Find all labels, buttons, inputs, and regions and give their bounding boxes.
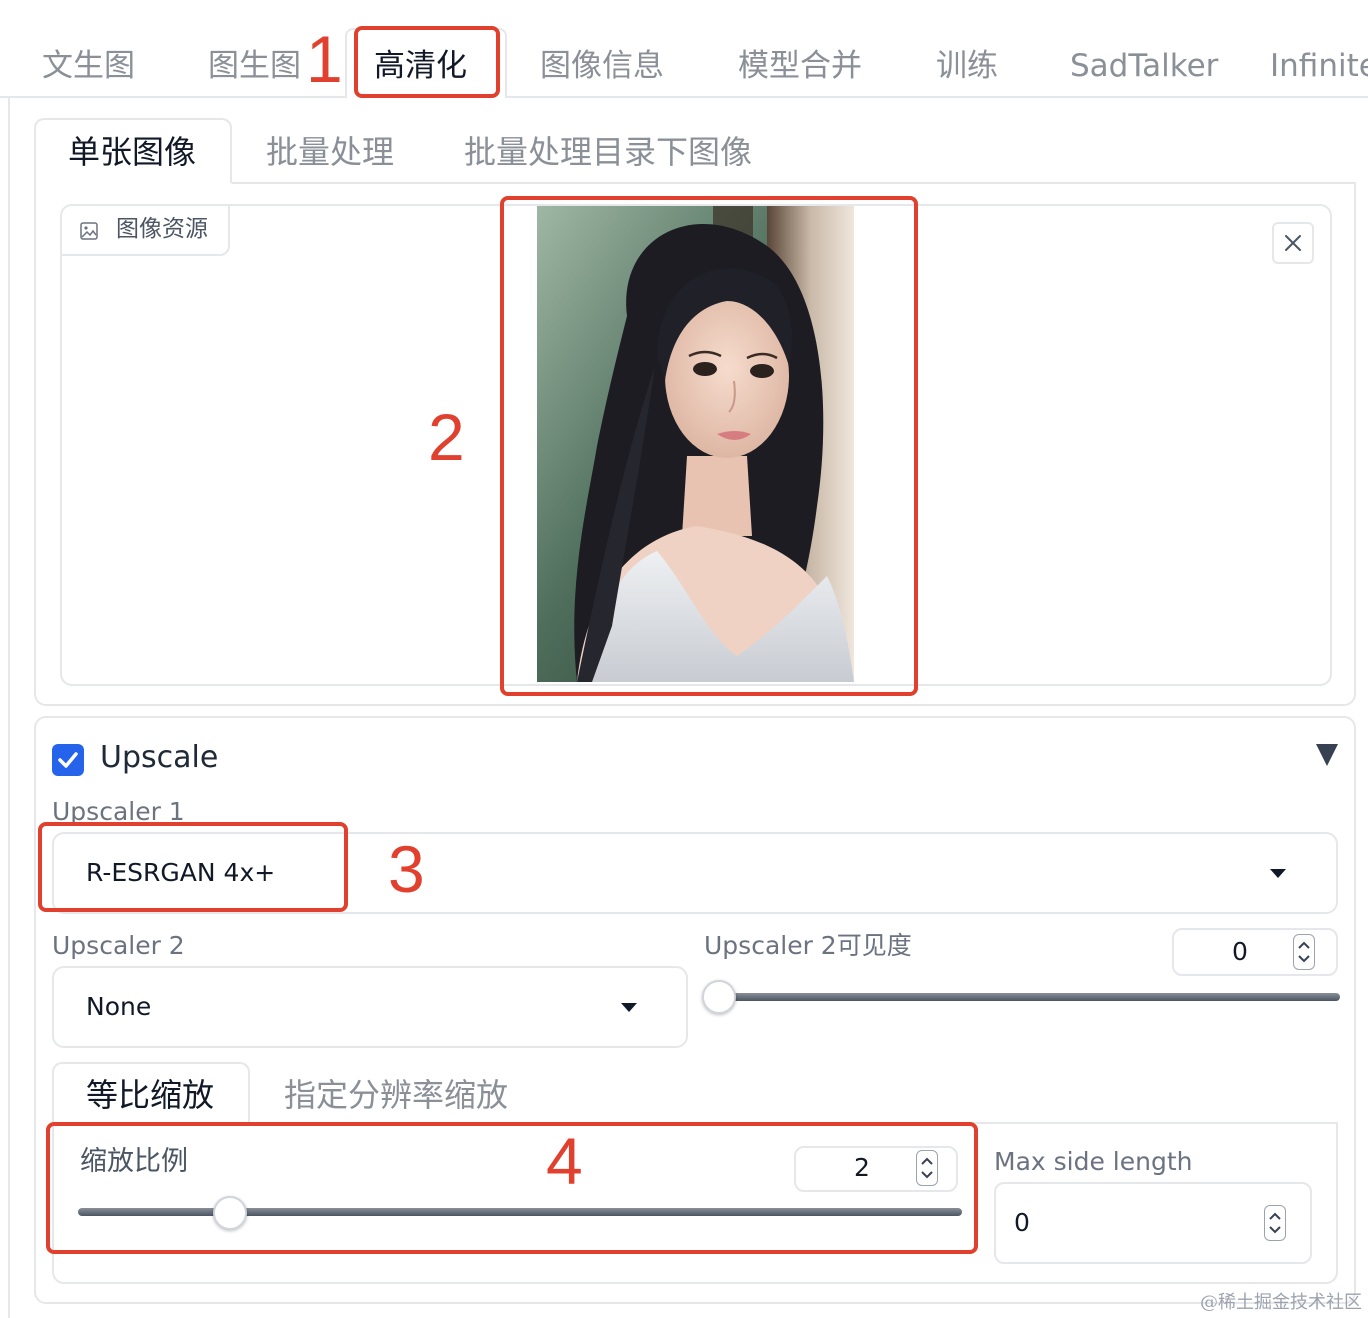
number-spinner-icon[interactable]: [1293, 934, 1315, 970]
upscale-title: Upscale: [100, 740, 219, 775]
upscale-checkbox[interactable]: [52, 744, 84, 776]
chevron-down-icon: [1270, 869, 1286, 878]
upscaler2-value: None: [86, 992, 152, 1021]
upscaler2-label: Upscaler 2: [52, 931, 185, 960]
tab-scale-to[interactable]: 指定分辨率缩放: [284, 1072, 508, 1118]
upscaler1-value: R-ESRGAN 4x+: [86, 858, 276, 887]
number-spinner-icon[interactable]: [916, 1150, 938, 1186]
scale-by-slider-thumb[interactable]: [213, 1196, 248, 1230]
tab-txt2img[interactable]: 文生图: [42, 44, 135, 88]
max-side-length-label: Max side length: [994, 1147, 1193, 1176]
annotation-number-2: 2: [428, 400, 465, 474]
upscaler2-visibility-label: Upscaler 2可见度: [704, 931, 912, 960]
close-icon: [1285, 235, 1301, 251]
tab-checkpoint-merger[interactable]: 模型合并: [738, 44, 862, 88]
scale-by-slider[interactable]: [78, 1208, 962, 1216]
collapse-triangle-icon[interactable]: [1316, 744, 1338, 766]
number-spinner-icon[interactable]: [1264, 1205, 1286, 1241]
upscaler2-visibility-slider-thumb[interactable]: [702, 980, 736, 1014]
checkmark-icon: [58, 752, 78, 768]
tab-sadtalker[interactable]: SadTalker: [1070, 44, 1218, 88]
annotation-number-3: 3: [388, 832, 425, 906]
max-side-length-value: 0: [1014, 1208, 1030, 1237]
tab-batch-from-directory[interactable]: 批量处理目录下图像: [464, 128, 752, 176]
tab-infinite[interactable]: Infinite: [1270, 44, 1368, 88]
tab-single-image[interactable]: 单张图像: [68, 128, 196, 176]
tab-extras[interactable]: 高清化: [374, 44, 467, 88]
upscaler2-visibility-value: 0: [1232, 937, 1248, 966]
upscaler1-label: Upscaler 1: [52, 797, 185, 826]
uploaded-portrait-image: [537, 206, 854, 682]
annotation-number-1: 1: [306, 22, 343, 96]
tab-image-info[interactable]: 图像信息: [540, 44, 664, 88]
tab-img2img[interactable]: 图生图: [208, 44, 301, 88]
watermark: @稀土掘金技术社区: [1200, 1292, 1362, 1313]
close-image-button[interactable]: [1272, 222, 1314, 264]
chevron-down-icon: [621, 1003, 637, 1012]
image-icon: [80, 222, 98, 240]
tab-batch-process[interactable]: 批量处理: [266, 128, 394, 176]
tab-scale-by[interactable]: 等比缩放: [86, 1072, 214, 1118]
scale-by-label: 缩放比例: [80, 1146, 188, 1177]
tab-train[interactable]: 训练: [936, 44, 998, 88]
upscaler2-visibility-slider[interactable]: [704, 993, 1340, 1001]
scale-by-value: 2: [854, 1153, 870, 1182]
annotation-number-4: 4: [546, 1124, 583, 1198]
